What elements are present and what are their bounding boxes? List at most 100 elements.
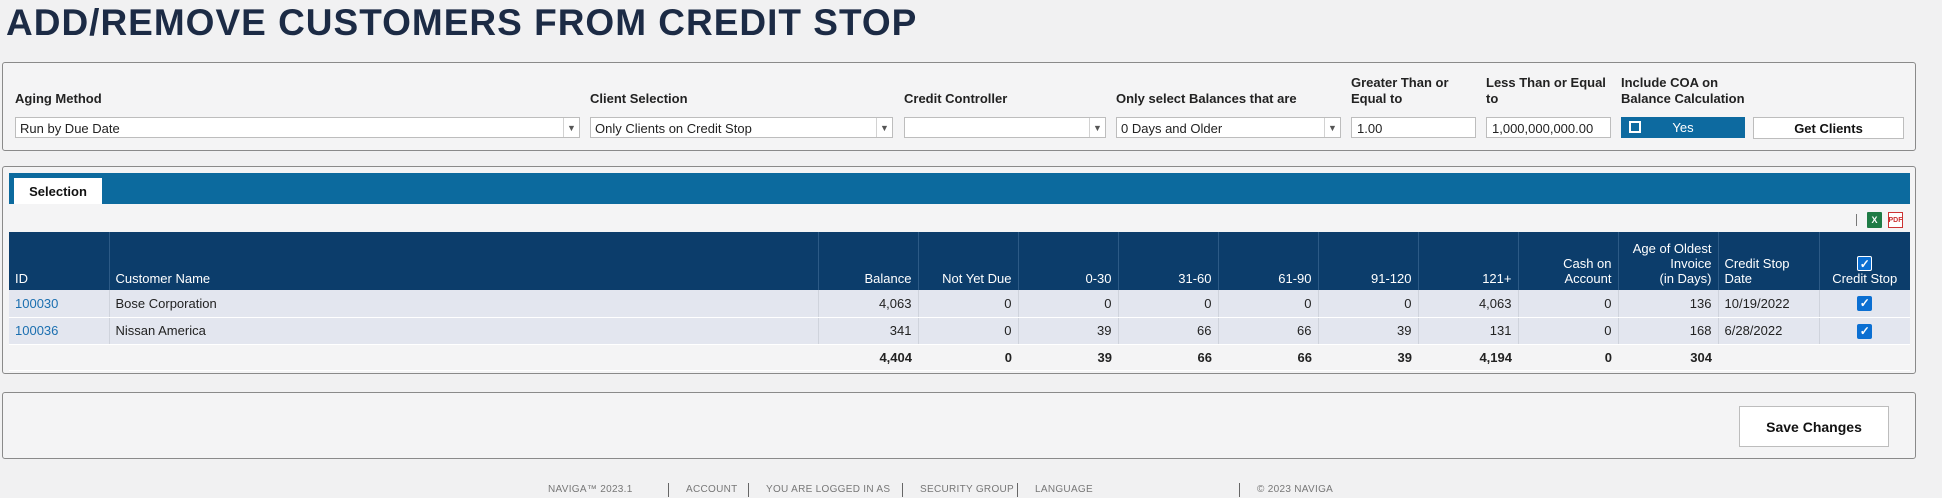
footer-version: NAVIGA™ 2023.1 <box>548 484 633 495</box>
aging-method-select[interactable]: Run by Due Date ▼ <box>15 117 580 138</box>
cell-total-empty <box>109 343 818 371</box>
col-header-credit-stop-date[interactable]: Credit Stop Date <box>1718 232 1820 290</box>
cell-121-plus: 4,063 <box>1418 290 1519 318</box>
chevron-down-icon[interactable]: ▼ <box>876 118 892 137</box>
col-header-age-line2: Invoice <box>1670 256 1712 271</box>
chevron-down-icon[interactable]: ▼ <box>563 118 579 137</box>
credit-stop-checkbox[interactable]: ✓ <box>1857 296 1873 312</box>
footer-language-link[interactable]: LANGUAGE <box>1035 484 1093 495</box>
footer-divider <box>902 483 903 497</box>
col-header-31-60[interactable]: 31-60 <box>1118 232 1219 290</box>
col-header-credit-stop-label: Credit Stop <box>1832 271 1898 286</box>
page-footer: NAVIGA™ 2023.1 ACCOUNT YOU ARE LOGGED IN… <box>0 481 1942 498</box>
col-header-customer-name[interactable]: Customer Name <box>109 232 819 290</box>
cell-customer-name: Nissan America <box>109 317 819 345</box>
cell-id: 100036 <box>9 317 110 345</box>
total-balance: 4,404 <box>818 343 918 371</box>
footer-account-link[interactable]: ACCOUNT <box>686 484 738 495</box>
col-header-age-oldest-invoice[interactable]: Age of Oldest Invoice (in Days) <box>1618 232 1719 290</box>
credit-stop-checkbox[interactable]: ✓ <box>1857 323 1873 339</box>
table-header-row: ID Customer Name Balance Not Yet Due 0-3… <box>9 232 1910 290</box>
cell-31-60: 66 <box>1118 317 1219 345</box>
get-clients-button[interactable]: Get Clients <box>1753 117 1904 139</box>
cell-91-120: 0 <box>1318 290 1419 318</box>
include-coa-value: Yes <box>1672 120 1694 135</box>
col-header-id[interactable]: ID <box>9 232 110 290</box>
table-row: 100036 Nissan America 341 0 39 66 66 39 … <box>9 317 1910 345</box>
credit-controller-select[interactable]: ▼ <box>904 117 1106 138</box>
col-header-age-line1: Age of Oldest <box>1632 241 1712 256</box>
customer-id-link[interactable]: 100036 <box>15 323 58 338</box>
client-selection-value: Only Clients on Credit Stop <box>595 121 752 136</box>
filter-panel: Aging Method Run by Due Date ▼ Client Se… <box>2 62 1916 151</box>
select-all-checkbox[interactable]: ✓ <box>1857 256 1873 271</box>
total-cash-on-account: 0 <box>1518 343 1618 371</box>
footer-divider <box>1017 483 1018 497</box>
cell-credit-stop-date: 6/28/2022 <box>1718 317 1820 345</box>
client-selection-select[interactable]: Only Clients on Credit Stop ▼ <box>590 117 893 138</box>
cell-0-30: 0 <box>1018 290 1119 318</box>
total-31-60: 66 <box>1118 343 1218 371</box>
greater-than-input[interactable]: 1.00 <box>1351 117 1476 138</box>
action-panel: Save Changes <box>2 392 1916 459</box>
client-selection-label: Client Selection <box>590 91 688 106</box>
footer-logged-in: YOU ARE LOGGED IN AS <box>766 484 891 495</box>
col-header-cash-on-account[interactable]: Cash on Account <box>1518 232 1619 290</box>
total-age-oldest-invoice: 304 <box>1618 343 1718 371</box>
balance-select-label: Only select Balances that are <box>1116 91 1297 106</box>
cell-cash-on-account: 0 <box>1518 317 1619 345</box>
chevron-down-icon[interactable]: ▼ <box>1324 118 1340 137</box>
total-121-plus: 4,194 <box>1418 343 1518 371</box>
export-toolbar: X PDF <box>1856 211 1903 229</box>
col-header-0-30[interactable]: 0-30 <box>1018 232 1119 290</box>
cell-cash-on-account: 0 <box>1518 290 1619 318</box>
balance-select-value: 0 Days and Older <box>1121 121 1223 136</box>
col-header-cash-line2: Account <box>1564 271 1612 286</box>
cell-total-empty <box>1819 343 1910 371</box>
include-coa-label: Include COA on Balance Calculation <box>1621 75 1745 106</box>
footer-copyright: © 2023 NAVIGA <box>1257 484 1334 495</box>
toolbar-divider <box>1856 214 1857 226</box>
footer-divider <box>668 483 669 497</box>
balance-select-select[interactable]: 0 Days and Older ▼ <box>1116 117 1341 138</box>
save-changes-button[interactable]: Save Changes <box>1739 406 1889 447</box>
col-header-121-plus[interactable]: 121+ <box>1418 232 1519 290</box>
customers-table: ID Customer Name Balance Not Yet Due 0-3… <box>9 232 1910 371</box>
total-91-120: 39 <box>1318 343 1418 371</box>
aging-method-value: Run by Due Date <box>20 121 120 136</box>
client-selection-filter: Client Selection Only Clients on Credit … <box>590 73 893 138</box>
cell-age-oldest-invoice: 136 <box>1618 290 1719 318</box>
tab-bar: Selection <box>9 173 1910 204</box>
col-header-not-yet-due[interactable]: Not Yet Due <box>918 232 1019 290</box>
cell-total-empty <box>1718 343 1819 371</box>
cell-customer-name: Bose Corporation <box>109 290 819 318</box>
col-header-csd-line1: Credit Stop <box>1724 256 1790 271</box>
cell-total-empty <box>9 343 109 371</box>
cell-credit-stop-date: 10/19/2022 <box>1718 290 1820 318</box>
footer-divider <box>748 483 749 497</box>
excel-icon[interactable]: X <box>1867 212 1882 228</box>
toggle-knob-icon <box>1629 121 1641 133</box>
col-header-91-120[interactable]: 91-120 <box>1318 232 1419 290</box>
credit-controller-filter: Credit Controller ▼ <box>904 73 1106 138</box>
col-header-61-90[interactable]: 61-90 <box>1218 232 1319 290</box>
balance-select-filter: Only select Balances that are 0 Days and… <box>1116 73 1341 138</box>
cell-credit-stop: ✓ <box>1819 290 1910 318</box>
total-61-90: 66 <box>1218 343 1318 371</box>
col-header-balance[interactable]: Balance <box>818 232 919 290</box>
totals-row: 4,404 0 39 66 66 39 4,194 0 304 <box>9 343 1910 371</box>
grid-panel: Selection X PDF ID Customer Name Balance… <box>2 166 1916 374</box>
cell-credit-stop: ✓ <box>1819 317 1910 345</box>
less-than-input[interactable]: 1,000,000,000.00 <box>1486 117 1611 138</box>
pdf-icon[interactable]: PDF <box>1888 212 1903 228</box>
chevron-down-icon[interactable]: ▼ <box>1089 118 1105 137</box>
include-coa-toggle[interactable]: Yes <box>1621 117 1745 138</box>
cell-id: 100030 <box>9 290 110 318</box>
cell-61-90: 0 <box>1218 290 1319 318</box>
tab-selection[interactable]: Selection <box>14 178 102 204</box>
aging-method-filter: Aging Method Run by Due Date ▼ <box>15 73 580 138</box>
customer-id-link[interactable]: 100030 <box>15 296 58 311</box>
col-header-cash-line1: Cash on <box>1563 256 1612 271</box>
cell-balance: 341 <box>818 317 919 345</box>
cell-0-30: 39 <box>1018 317 1119 345</box>
